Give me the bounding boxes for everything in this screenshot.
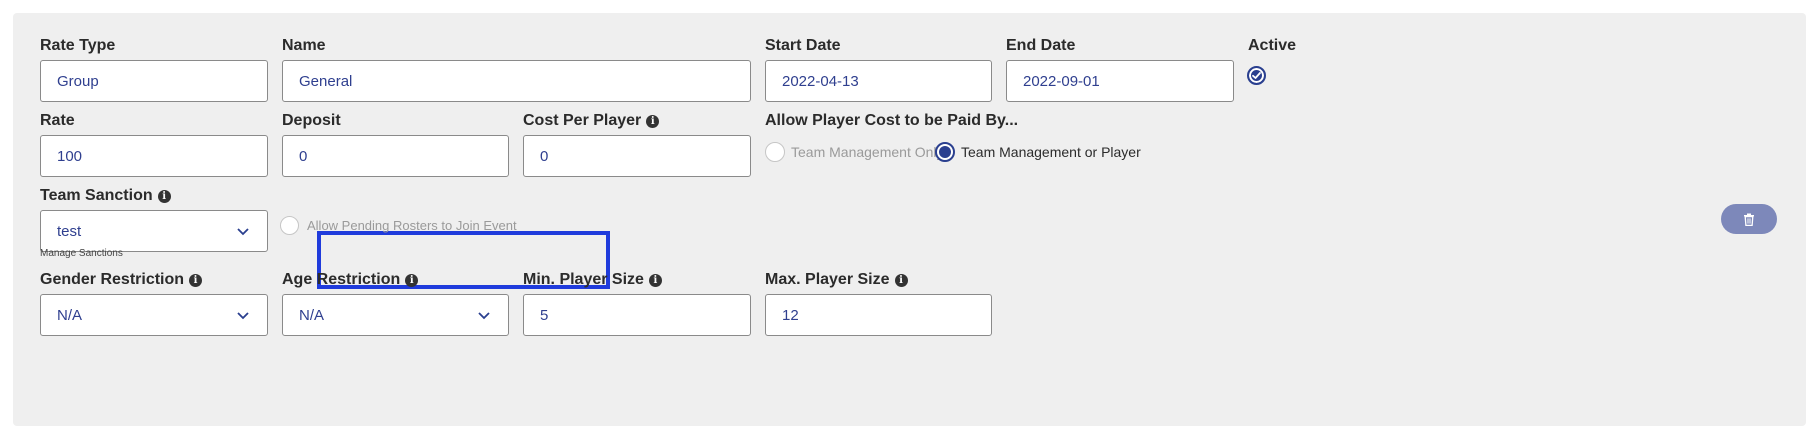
pending-rosters-radio[interactable] [280, 216, 299, 235]
age-restriction-label: Age Restriction i [282, 269, 419, 291]
gender-restriction-select[interactable]: N/A [40, 294, 268, 336]
info-icon[interactable]: i [648, 273, 662, 287]
info-icon[interactable]: i [894, 273, 908, 287]
age-restriction-select[interactable]: N/A [282, 294, 509, 336]
rate-field[interactable]: 100 [40, 135, 268, 177]
pay-option-team-management-or-player[interactable]: Team Management or Player [935, 142, 1141, 162]
radio-button-selected[interactable] [935, 142, 955, 162]
info-icon[interactable]: i [646, 114, 660, 128]
info-icon[interactable]: i [157, 189, 171, 203]
delete-button[interactable] [1721, 204, 1777, 234]
info-icon[interactable]: i [189, 273, 203, 287]
max-player-size-label: Max. Player Size i [765, 269, 908, 291]
team-sanction-label: Team Sanction i [40, 185, 171, 207]
team-sanction-select[interactable]: test [40, 210, 268, 252]
chevron-down-icon [237, 312, 249, 320]
info-icon[interactable]: i [405, 273, 419, 287]
pending-rosters-option[interactable]: Allow Pending Rosters to Join Event [280, 216, 517, 235]
rate-type-field[interactable]: Group [40, 60, 268, 102]
rate-type-label: Rate Type [40, 37, 116, 54]
rate-label: Rate [40, 112, 75, 129]
radio-button[interactable] [765, 142, 785, 162]
name-field[interactable]: General [282, 60, 751, 102]
pay-option-team-management-only[interactable]: Team Management Only [765, 142, 944, 162]
start-date-field[interactable]: 2022-04-13 [765, 60, 992, 102]
min-player-size-label: Min. Player Size i [523, 269, 662, 291]
name-label: Name [282, 37, 326, 54]
end-date-label: End Date [1006, 37, 1076, 54]
active-checkbox[interactable] [1247, 66, 1266, 85]
end-date-field[interactable]: 2022-09-01 [1006, 60, 1234, 102]
allow-player-cost-label: Allow Player Cost to be Paid By... [765, 112, 1019, 129]
gender-restriction-label: Gender Restriction i [40, 269, 203, 291]
chevron-down-icon [478, 312, 490, 320]
max-player-size-field[interactable]: 12 [765, 294, 992, 336]
min-player-size-field[interactable]: 5 [523, 294, 751, 336]
check-icon [1252, 72, 1261, 79]
deposit-field[interactable]: 0 [282, 135, 509, 177]
start-date-label: Start Date [765, 37, 841, 54]
cost-per-player-label: Cost Per Player i [523, 110, 660, 132]
trash-icon [1744, 213, 1754, 226]
manage-sanctions-link[interactable]: Manage Sanctions [40, 248, 123, 259]
deposit-label: Deposit [282, 112, 341, 129]
chevron-down-icon [237, 228, 249, 236]
active-label: Active [1248, 37, 1297, 54]
cost-per-player-field[interactable]: 0 [523, 135, 751, 177]
